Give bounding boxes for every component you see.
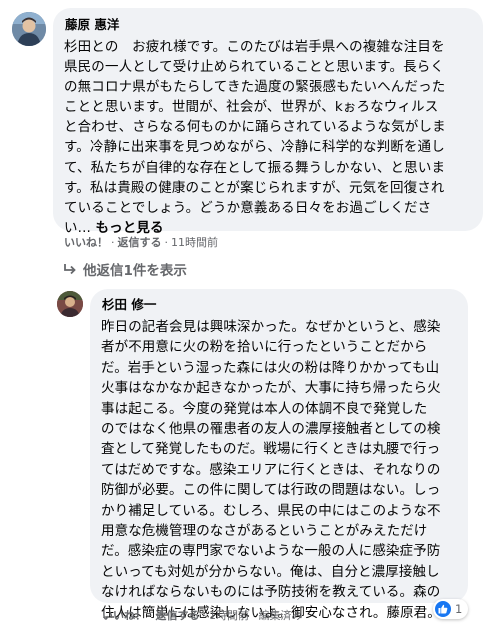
separator: · [149,609,153,622]
separator: · [252,609,256,622]
like-button[interactable]: いいね！ [102,609,146,622]
separator: · [164,236,169,249]
comment-bubble: 杉田 修一 昨日の記者会見は興味深かった。なぜかというと、感染 者が不用意に火の… [90,289,468,621]
avatar[interactable] [12,12,46,46]
user-photo-icon [12,12,46,46]
comment-bubble: 藤原 惠洋 杉田との お疲れ様です。このたびは岩手県への複雑な注目を 県民の一人… [53,8,483,236]
comment-author[interactable]: 杉田 修一 [102,296,458,314]
like-thumb-icon [435,601,451,617]
view-replies-label: 他返信1件を表示 [83,263,187,279]
comment-thread: 藤原 惠洋 杉田との お疲れ様です。このたびは岩手県への複雑な注目を 県民の一人… [0,0,500,627]
separator: · [202,609,207,622]
user-photo-icon [57,291,83,317]
view-more-replies-link[interactable]: 他返信1件を表示 [63,262,187,280]
avatar[interactable] [57,291,83,317]
timestamp[interactable]: 1時間前 [209,609,249,622]
see-more-link[interactable]: もっと見る [95,220,163,236]
reaction-count: 1 [455,602,463,616]
timestamp[interactable]: 11時間前 [171,236,218,249]
comment-text: 杉田との お疲れ様です。このたびは岩手県への複雑な注目を 県民の一人として受け止… [64,37,473,238]
comment-actions: いいね！ · 返信する · 11時間前 [64,236,218,250]
comment-body: 杉田との お疲れ様です。このたびは岩手県への複雑な注目を 県民の一人として受け止… [64,39,446,236]
reply-button[interactable]: 返信する [118,236,162,249]
reply-button[interactable]: 返信する [156,609,200,622]
reply-arrow-icon [63,262,77,280]
comment-body: 昨日の記者会見は興味深かった。なぜかというと、感染 者が不用意に火の粉を拾いに行… [101,319,441,621]
edited-label[interactable]: 編集済み [259,609,303,622]
like-button[interactable]: いいね！ [64,236,108,249]
separator: · [111,236,115,249]
comment-actions: いいね！ · 返信する · 1時間前 · 編集済み [102,609,303,623]
reaction-badge[interactable]: 1 [433,599,469,619]
comment-author[interactable]: 藤原 惠洋 [65,16,473,34]
